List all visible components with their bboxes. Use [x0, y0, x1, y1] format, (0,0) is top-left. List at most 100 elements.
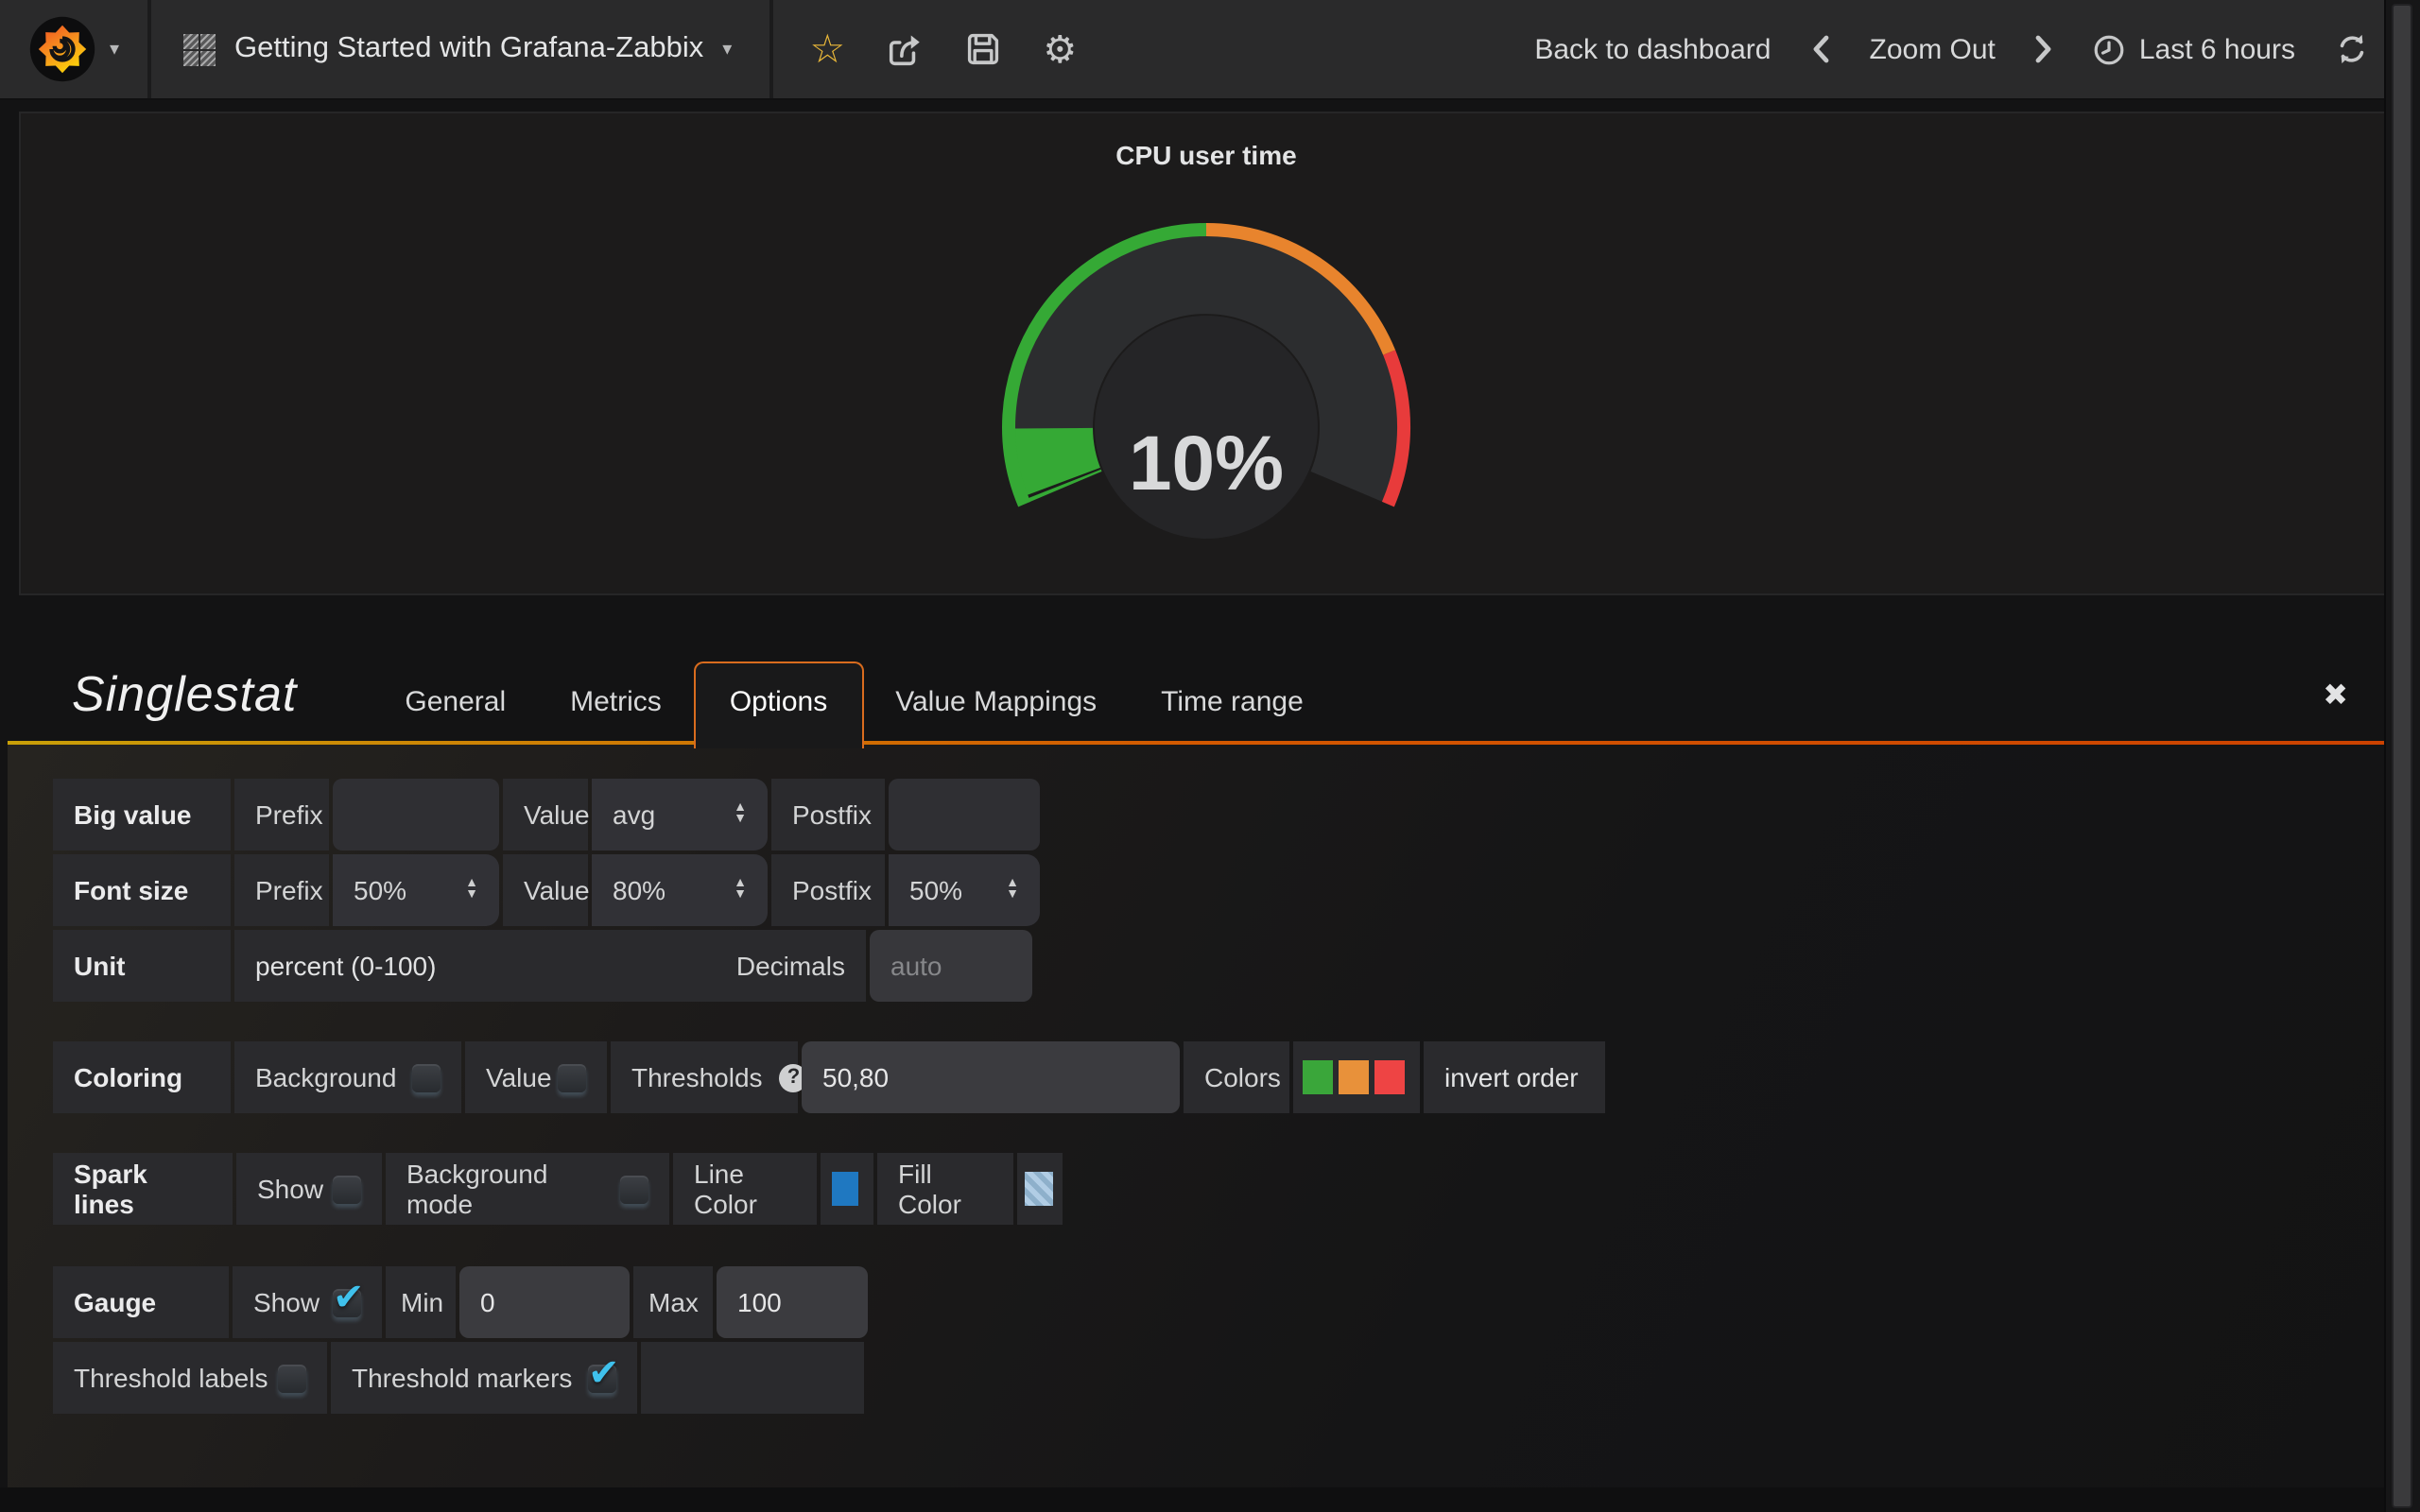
line-color-swatch[interactable] — [832, 1172, 858, 1206]
font-size-postfix-label: Postfix — [771, 854, 885, 926]
refresh-icon[interactable] — [2335, 32, 2369, 66]
page-footer-area — [0, 1487, 2420, 1512]
grafana-app: ▾ Getting Started with Grafana-Zabbix ▾ … — [0, 0, 2420, 1512]
select-arrows-icon: ▲▼ — [718, 803, 747, 826]
big-value-postfix-input[interactable] — [889, 779, 1040, 850]
font-size-prefix-select[interactable]: 50% ▲▼ — [333, 854, 499, 926]
unit-label: Unit — [53, 930, 231, 1002]
big-value-value-label: Value — [503, 779, 588, 850]
threshold-color-swatch-red[interactable] — [1374, 1060, 1405, 1094]
gauge-min-input[interactable]: 0 — [459, 1266, 630, 1338]
color-swatches-cell — [1293, 1041, 1420, 1113]
sparklines-show-checkbox[interactable] — [333, 1175, 361, 1203]
tab-general[interactable]: General — [372, 662, 538, 741]
select-arrows-icon: ▲▼ — [991, 879, 1019, 902]
fill-color-swatch[interactable] — [1025, 1172, 1053, 1206]
gauge-row: Gauge Show Min 0 Max 100 — [53, 1266, 868, 1338]
tab-time-range[interactable]: Time range — [1129, 662, 1336, 741]
gauge-show-cell: Show — [233, 1266, 382, 1338]
time-range-picker-button[interactable]: Last 6 hours — [2094, 33, 2295, 65]
time-range-label: Last 6 hours — [2139, 33, 2295, 65]
gauge-table: Gauge Show Min 0 Max 100 Threshold label… — [53, 1266, 868, 1414]
coloring-value-cell: Value — [465, 1041, 607, 1113]
big-value-postfix-label: Postfix — [771, 779, 885, 850]
value-options-table: Big value Prefix Value avg ▲▼ Postfix Fo… — [53, 779, 1040, 1002]
gauge-max-input[interactable]: 100 — [717, 1266, 868, 1338]
coloring-value-checkbox[interactable] — [558, 1063, 586, 1091]
save-icon — [963, 30, 1001, 68]
svg-text:10%: 10% — [1129, 421, 1284, 507]
dashboard-title-button[interactable]: Getting Started with Grafana-Zabbix ▾ — [151, 0, 773, 98]
big-value-prefix-input[interactable] — [333, 779, 499, 850]
grafana-menu-button[interactable]: ▾ — [0, 0, 151, 98]
options-tab-content: Big value Prefix Value avg ▲▼ Postfix Fo… — [8, 745, 2395, 1487]
gauge-show-checkbox[interactable] — [333, 1288, 361, 1316]
back-to-dashboard-button[interactable]: Back to dashboard — [1534, 33, 1771, 65]
empty-cell — [641, 1342, 864, 1414]
colors-label-cell: Colors — [1184, 1041, 1289, 1113]
star-icon: ☆ — [809, 26, 845, 73]
line-color-cell — [821, 1153, 873, 1225]
unit-cell: percent (0-100) Decimals — [234, 930, 866, 1002]
decimals-label: Decimals — [736, 951, 845, 981]
scrollbar[interactable] — [2384, 0, 2420, 1512]
gauge-label: Gauge — [53, 1266, 229, 1338]
thresholds-input[interactable]: 50,80 — [802, 1041, 1180, 1113]
line-color-label-cell: Line Color — [673, 1153, 817, 1225]
tab-value-mappings[interactable]: Value Mappings — [863, 662, 1129, 741]
share-dashboard-button[interactable] — [866, 0, 943, 98]
coloring-label: Coloring — [53, 1041, 231, 1113]
star-dashboard-button[interactable]: ☆ — [788, 0, 866, 98]
fill-color-label-cell: Fill Color — [877, 1153, 1013, 1225]
invert-order-button[interactable]: invert order — [1424, 1041, 1605, 1113]
background-mode-checkbox[interactable] — [620, 1175, 648, 1203]
sparklines-row: Spark lines Show Background mode Line Co… — [53, 1153, 1063, 1225]
scrollbar-thumb[interactable] — [2392, 4, 2412, 1508]
threshold-options-row: Threshold labels Threshold markers — [53, 1342, 868, 1414]
decimals-input[interactable]: auto — [870, 930, 1032, 1002]
chevron-down-icon: ▾ — [722, 39, 732, 60]
unit-value-link[interactable]: percent (0-100) — [255, 951, 436, 981]
tab-underline — [8, 741, 2395, 745]
dashboard-toolbar: ☆ ⚙ — [773, 0, 1114, 98]
coloring-background-cell: Background — [234, 1041, 461, 1113]
save-dashboard-button[interactable] — [943, 0, 1021, 98]
tab-options[interactable]: Options — [694, 662, 863, 748]
chevron-right-icon[interactable] — [2035, 34, 2054, 64]
big-value-label: Big value — [53, 779, 231, 850]
threshold-color-swatch-orange[interactable] — [1339, 1060, 1369, 1094]
threshold-labels-checkbox[interactable] — [278, 1364, 306, 1392]
font-size-postfix-select[interactable]: 50% ▲▼ — [889, 854, 1040, 926]
dashboard-title: Getting Started with Grafana-Zabbix — [234, 32, 703, 66]
singlestat-panel: CPU user time 10% — [19, 112, 2394, 595]
chevron-down-icon: ▾ — [110, 39, 119, 60]
thresholds-label-cell: Thresholds ? — [611, 1041, 798, 1113]
threshold-markers-checkbox[interactable] — [588, 1364, 616, 1392]
chevron-left-icon[interactable] — [1811, 34, 1830, 64]
font-size-value-select[interactable]: 80% ▲▼ — [592, 854, 768, 926]
coloring-row: Coloring Background Value Thresholds ? 5… — [53, 1041, 1605, 1113]
panel-type-title: Singlestat — [8, 664, 297, 736]
tab-metrics[interactable]: Metrics — [538, 662, 694, 741]
grafana-logo-icon — [28, 15, 96, 83]
dashboard-settings-button[interactable]: ⚙ — [1021, 0, 1098, 98]
coloring-background-checkbox[interactable] — [412, 1063, 441, 1091]
font-size-prefix-label: Prefix — [234, 854, 329, 926]
threshold-markers-cell: Threshold markers — [331, 1342, 637, 1414]
gauge-chart: 10% — [677, 215, 1736, 631]
select-arrows-icon: ▲▼ — [718, 879, 747, 902]
threshold-labels-cell: Threshold labels — [53, 1342, 327, 1414]
coloring-table: Coloring Background Value Thresholds ? 5… — [53, 1041, 1605, 1113]
threshold-color-swatch-green[interactable] — [1303, 1060, 1333, 1094]
gauge-max-label: Max — [633, 1266, 713, 1338]
panel-title[interactable]: CPU user time — [21, 140, 2392, 170]
zoom-out-button[interactable]: Zoom Out — [1870, 33, 1996, 65]
select-arrows-icon: ▲▼ — [450, 879, 478, 902]
sparklines-table: Spark lines Show Background mode Line Co… — [53, 1153, 1063, 1225]
panel-editor-header: Singlestat GeneralMetricsOptionsValue Ma… — [8, 641, 2395, 741]
big-value-stat-select[interactable]: avg ▲▼ — [592, 779, 768, 850]
editor-tabs: GeneralMetricsOptionsValue MappingsTime … — [372, 662, 1335, 741]
font-size-label: Font size — [53, 854, 231, 926]
font-size-row: Font size Prefix 50% ▲▼ Value 80% ▲▼ Pos… — [53, 854, 1040, 926]
sparklines-bgmode-cell: Background mode — [386, 1153, 669, 1225]
